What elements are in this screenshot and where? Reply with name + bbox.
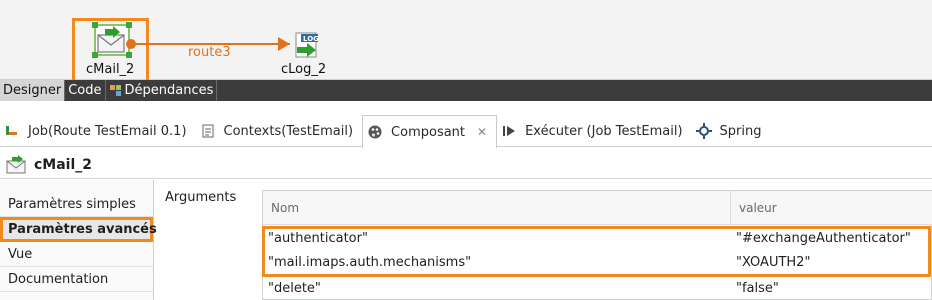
- tab-designer[interactable]: Designer: [0, 80, 66, 101]
- route-icon: [4, 123, 20, 139]
- tab-spring-label: Spring: [719, 123, 762, 139]
- tab-composant-label: Composant: [391, 124, 466, 140]
- tab-job[interactable]: Job(Route TestEmail 0.1): [0, 115, 196, 147]
- nav-parametres-simples[interactable]: Paramètres simples: [0, 192, 153, 217]
- component-title: cMail_2: [34, 156, 93, 173]
- nav-documentation[interactable]: Documentation: [0, 267, 153, 292]
- nav-parametres-avances[interactable]: Paramètres avancés: [0, 217, 157, 242]
- tab-composant[interactable]: Composant ✕: [362, 115, 498, 148]
- component-header: cMail_2: [0, 151, 932, 179]
- palette-icon: [367, 124, 383, 140]
- mail-icon: [6, 154, 28, 175]
- svg-text:LOG: LOG: [303, 35, 319, 43]
- tab-spring[interactable]: Spring: [692, 115, 771, 147]
- tab-code-label: Code: [68, 83, 102, 98]
- route-arrow-icon: [278, 37, 290, 51]
- close-icon[interactable]: ✕: [477, 125, 487, 139]
- arguments-label: Arguments: [165, 190, 237, 205]
- tab-executer-label: Exécuter (Job TestEmail): [525, 123, 683, 139]
- tab-executer[interactable]: Exécuter (Job TestEmail): [497, 115, 691, 147]
- spring-icon: [695, 123, 712, 139]
- clog-label[interactable]: cLog_2: [281, 62, 326, 77]
- tab-job-label: Job(Route TestEmail 0.1): [28, 123, 187, 139]
- argument-value-cell[interactable]: "false": [731, 277, 932, 300]
- resize-handle[interactable]: [92, 22, 98, 28]
- tab-dependencies[interactable]: Dépendances: [106, 80, 218, 101]
- column-header-valeur[interactable]: valeur: [731, 191, 932, 225]
- tab-code[interactable]: Code: [65, 80, 106, 101]
- mail-icon[interactable]: [94, 24, 130, 56]
- resize-handle[interactable]: [126, 22, 132, 28]
- editor-tab-bar: Designer Code Dépendances: [0, 80, 932, 101]
- route-label[interactable]: route3: [188, 45, 231, 60]
- rows-highlight-box: [262, 226, 931, 277]
- cmail-label[interactable]: cMail_2: [86, 62, 134, 77]
- contexts-icon: [200, 123, 216, 139]
- column-header-nom[interactable]: Nom: [263, 191, 731, 225]
- tab-contexts-label: Contexts(TestEmail): [223, 123, 354, 139]
- log-icon[interactable]: LOG: [292, 32, 322, 60]
- nav-vue[interactable]: Vue: [0, 242, 153, 267]
- dependencies-icon: [109, 84, 122, 97]
- run-icon: [501, 123, 517, 139]
- tab-dependencies-label: Dépendances: [124, 83, 214, 98]
- resize-handle[interactable]: [126, 52, 132, 58]
- table-row[interactable]: "delete" "false": [263, 277, 932, 300]
- resize-handle[interactable]: [92, 52, 98, 58]
- view-tab-bar: Job(Route TestEmail 0.1) Contexts(TestEm…: [0, 115, 932, 148]
- settings-side-nav: Paramètres simples Paramètres avancés Vu…: [0, 180, 157, 300]
- designer-canvas[interactable]: cMail_2 route3 LOG cLog_2: [0, 0, 932, 84]
- argument-name-cell[interactable]: "delete": [263, 277, 731, 300]
- tab-contexts[interactable]: Contexts(TestEmail): [196, 115, 363, 147]
- tab-designer-label: Designer: [3, 83, 62, 98]
